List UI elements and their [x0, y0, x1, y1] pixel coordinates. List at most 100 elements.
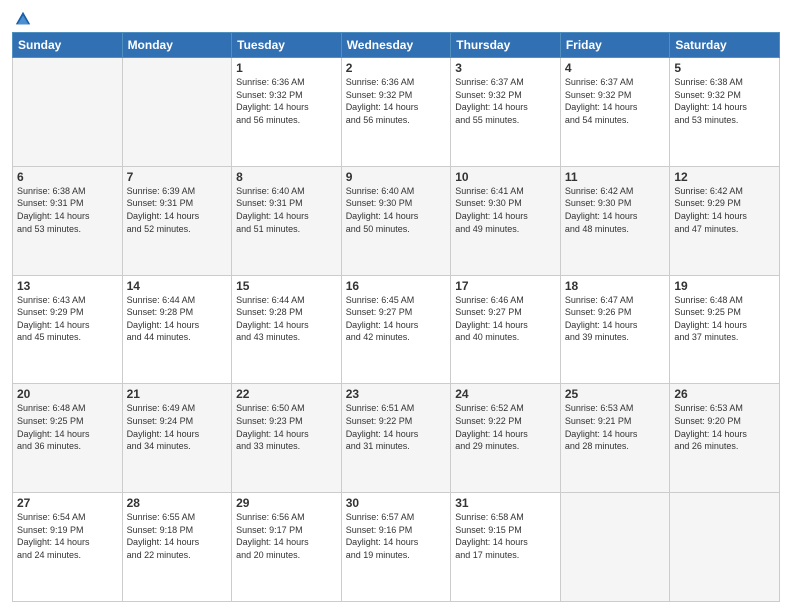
calendar-cell: 28Sunrise: 6:55 AM Sunset: 9:18 PM Dayli… — [122, 493, 232, 602]
day-number: 24 — [455, 387, 556, 401]
day-info: Sunrise: 6:41 AM Sunset: 9:30 PM Dayligh… — [455, 185, 556, 235]
day-number: 9 — [346, 170, 447, 184]
day-info: Sunrise: 6:55 AM Sunset: 9:18 PM Dayligh… — [127, 511, 228, 561]
calendar-cell: 25Sunrise: 6:53 AM Sunset: 9:21 PM Dayli… — [560, 384, 670, 493]
calendar-cell: 6Sunrise: 6:38 AM Sunset: 9:31 PM Daylig… — [13, 166, 123, 275]
calendar-cell: 11Sunrise: 6:42 AM Sunset: 9:30 PM Dayli… — [560, 166, 670, 275]
calendar-cell: 1Sunrise: 6:36 AM Sunset: 9:32 PM Daylig… — [232, 58, 342, 167]
day-number: 27 — [17, 496, 118, 510]
calendar-week-1: 1Sunrise: 6:36 AM Sunset: 9:32 PM Daylig… — [13, 58, 780, 167]
day-info: Sunrise: 6:47 AM Sunset: 9:26 PM Dayligh… — [565, 294, 666, 344]
day-info: Sunrise: 6:52 AM Sunset: 9:22 PM Dayligh… — [455, 402, 556, 452]
day-number: 23 — [346, 387, 447, 401]
calendar-cell: 31Sunrise: 6:58 AM Sunset: 9:15 PM Dayli… — [451, 493, 561, 602]
day-info: Sunrise: 6:53 AM Sunset: 9:20 PM Dayligh… — [674, 402, 775, 452]
calendar-week-2: 6Sunrise: 6:38 AM Sunset: 9:31 PM Daylig… — [13, 166, 780, 275]
day-info: Sunrise: 6:44 AM Sunset: 9:28 PM Dayligh… — [127, 294, 228, 344]
day-number: 17 — [455, 279, 556, 293]
calendar-cell: 20Sunrise: 6:48 AM Sunset: 9:25 PM Dayli… — [13, 384, 123, 493]
day-info: Sunrise: 6:36 AM Sunset: 9:32 PM Dayligh… — [236, 76, 337, 126]
calendar-cell: 14Sunrise: 6:44 AM Sunset: 9:28 PM Dayli… — [122, 275, 232, 384]
calendar-cell: 19Sunrise: 6:48 AM Sunset: 9:25 PM Dayli… — [670, 275, 780, 384]
day-number: 16 — [346, 279, 447, 293]
day-number: 14 — [127, 279, 228, 293]
day-info: Sunrise: 6:53 AM Sunset: 9:21 PM Dayligh… — [565, 402, 666, 452]
calendar-cell — [670, 493, 780, 602]
weekday-row: SundayMondayTuesdayWednesdayThursdayFrid… — [13, 33, 780, 58]
day-number: 26 — [674, 387, 775, 401]
day-info: Sunrise: 6:36 AM Sunset: 9:32 PM Dayligh… — [346, 76, 447, 126]
day-info: Sunrise: 6:40 AM Sunset: 9:31 PM Dayligh… — [236, 185, 337, 235]
calendar-cell: 23Sunrise: 6:51 AM Sunset: 9:22 PM Dayli… — [341, 384, 451, 493]
calendar-cell — [560, 493, 670, 602]
day-info: Sunrise: 6:46 AM Sunset: 9:27 PM Dayligh… — [455, 294, 556, 344]
day-info: Sunrise: 6:56 AM Sunset: 9:17 PM Dayligh… — [236, 511, 337, 561]
calendar-cell: 9Sunrise: 6:40 AM Sunset: 9:30 PM Daylig… — [341, 166, 451, 275]
day-info: Sunrise: 6:50 AM Sunset: 9:23 PM Dayligh… — [236, 402, 337, 452]
calendar-table: SundayMondayTuesdayWednesdayThursdayFrid… — [12, 32, 780, 602]
calendar-week-4: 20Sunrise: 6:48 AM Sunset: 9:25 PM Dayli… — [13, 384, 780, 493]
day-number: 3 — [455, 61, 556, 75]
day-info: Sunrise: 6:40 AM Sunset: 9:30 PM Dayligh… — [346, 185, 447, 235]
calendar-cell — [122, 58, 232, 167]
day-info: Sunrise: 6:39 AM Sunset: 9:31 PM Dayligh… — [127, 185, 228, 235]
day-number: 15 — [236, 279, 337, 293]
day-number: 29 — [236, 496, 337, 510]
day-number: 12 — [674, 170, 775, 184]
weekday-header-wednesday: Wednesday — [341, 33, 451, 58]
calendar-cell: 10Sunrise: 6:41 AM Sunset: 9:30 PM Dayli… — [451, 166, 561, 275]
weekday-header-friday: Friday — [560, 33, 670, 58]
calendar-week-5: 27Sunrise: 6:54 AM Sunset: 9:19 PM Dayli… — [13, 493, 780, 602]
day-number: 13 — [17, 279, 118, 293]
day-info: Sunrise: 6:58 AM Sunset: 9:15 PM Dayligh… — [455, 511, 556, 561]
day-number: 1 — [236, 61, 337, 75]
calendar-cell: 24Sunrise: 6:52 AM Sunset: 9:22 PM Dayli… — [451, 384, 561, 493]
day-info: Sunrise: 6:48 AM Sunset: 9:25 PM Dayligh… — [17, 402, 118, 452]
calendar-cell: 12Sunrise: 6:42 AM Sunset: 9:29 PM Dayli… — [670, 166, 780, 275]
calendar-cell: 26Sunrise: 6:53 AM Sunset: 9:20 PM Dayli… — [670, 384, 780, 493]
day-info: Sunrise: 6:54 AM Sunset: 9:19 PM Dayligh… — [17, 511, 118, 561]
calendar-cell: 21Sunrise: 6:49 AM Sunset: 9:24 PM Dayli… — [122, 384, 232, 493]
page: SundayMondayTuesdayWednesdayThursdayFrid… — [0, 0, 792, 612]
day-info: Sunrise: 6:45 AM Sunset: 9:27 PM Dayligh… — [346, 294, 447, 344]
logo-icon — [14, 10, 32, 28]
day-number: 30 — [346, 496, 447, 510]
calendar-header: SundayMondayTuesdayWednesdayThursdayFrid… — [13, 33, 780, 58]
logo — [12, 10, 32, 24]
calendar-body: 1Sunrise: 6:36 AM Sunset: 9:32 PM Daylig… — [13, 58, 780, 602]
day-info: Sunrise: 6:51 AM Sunset: 9:22 PM Dayligh… — [346, 402, 447, 452]
day-info: Sunrise: 6:44 AM Sunset: 9:28 PM Dayligh… — [236, 294, 337, 344]
day-number: 4 — [565, 61, 666, 75]
day-number: 11 — [565, 170, 666, 184]
day-number: 2 — [346, 61, 447, 75]
calendar-cell: 27Sunrise: 6:54 AM Sunset: 9:19 PM Dayli… — [13, 493, 123, 602]
calendar-cell: 18Sunrise: 6:47 AM Sunset: 9:26 PM Dayli… — [560, 275, 670, 384]
calendar-week-3: 13Sunrise: 6:43 AM Sunset: 9:29 PM Dayli… — [13, 275, 780, 384]
day-number: 18 — [565, 279, 666, 293]
day-number: 5 — [674, 61, 775, 75]
day-number: 7 — [127, 170, 228, 184]
calendar-cell: 7Sunrise: 6:39 AM Sunset: 9:31 PM Daylig… — [122, 166, 232, 275]
calendar-cell: 13Sunrise: 6:43 AM Sunset: 9:29 PM Dayli… — [13, 275, 123, 384]
day-number: 19 — [674, 279, 775, 293]
weekday-header-monday: Monday — [122, 33, 232, 58]
day-number: 31 — [455, 496, 556, 510]
calendar-cell: 8Sunrise: 6:40 AM Sunset: 9:31 PM Daylig… — [232, 166, 342, 275]
day-info: Sunrise: 6:37 AM Sunset: 9:32 PM Dayligh… — [455, 76, 556, 126]
day-info: Sunrise: 6:38 AM Sunset: 9:32 PM Dayligh… — [674, 76, 775, 126]
calendar-cell: 29Sunrise: 6:56 AM Sunset: 9:17 PM Dayli… — [232, 493, 342, 602]
calendar-cell: 15Sunrise: 6:44 AM Sunset: 9:28 PM Dayli… — [232, 275, 342, 384]
calendar-cell: 3Sunrise: 6:37 AM Sunset: 9:32 PM Daylig… — [451, 58, 561, 167]
day-number: 22 — [236, 387, 337, 401]
day-info: Sunrise: 6:49 AM Sunset: 9:24 PM Dayligh… — [127, 402, 228, 452]
day-info: Sunrise: 6:42 AM Sunset: 9:30 PM Dayligh… — [565, 185, 666, 235]
calendar-cell: 17Sunrise: 6:46 AM Sunset: 9:27 PM Dayli… — [451, 275, 561, 384]
day-info: Sunrise: 6:42 AM Sunset: 9:29 PM Dayligh… — [674, 185, 775, 235]
calendar-cell: 2Sunrise: 6:36 AM Sunset: 9:32 PM Daylig… — [341, 58, 451, 167]
day-number: 8 — [236, 170, 337, 184]
weekday-header-thursday: Thursday — [451, 33, 561, 58]
calendar-cell: 16Sunrise: 6:45 AM Sunset: 9:27 PM Dayli… — [341, 275, 451, 384]
day-info: Sunrise: 6:57 AM Sunset: 9:16 PM Dayligh… — [346, 511, 447, 561]
weekday-header-saturday: Saturday — [670, 33, 780, 58]
calendar-cell: 30Sunrise: 6:57 AM Sunset: 9:16 PM Dayli… — [341, 493, 451, 602]
